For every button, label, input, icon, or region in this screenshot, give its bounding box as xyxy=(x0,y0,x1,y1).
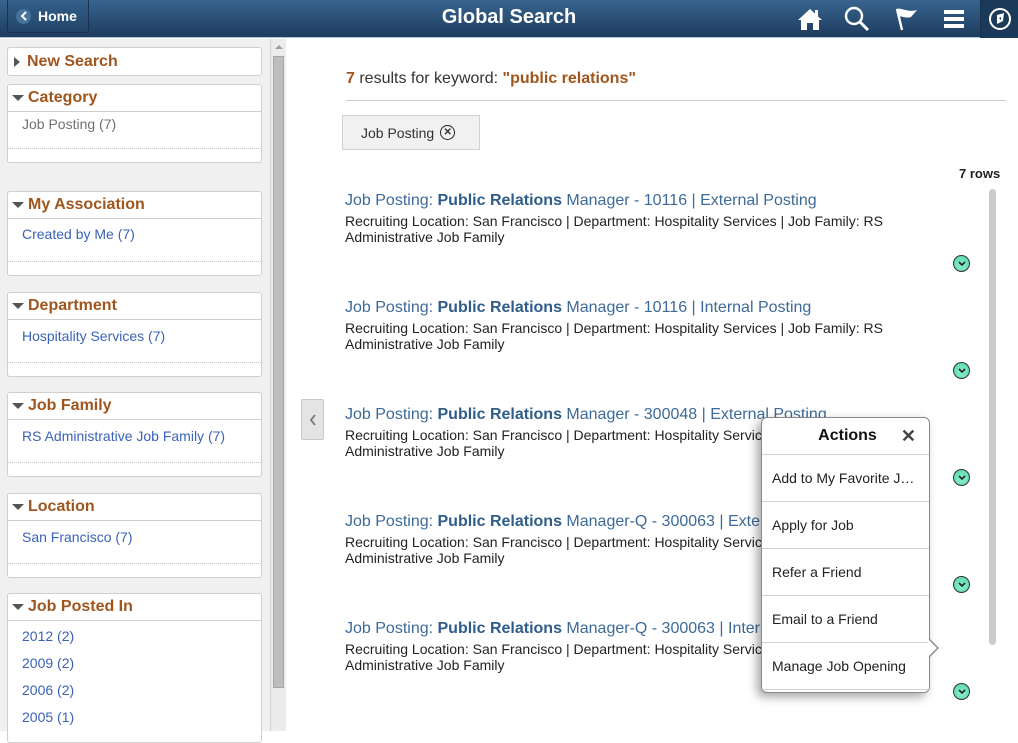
facet-panel-location: Location San Francisco (7) xyxy=(7,493,262,578)
result-title-highlight: Public Relations xyxy=(437,513,562,530)
home-button[interactable]: Home xyxy=(7,0,89,33)
action-add-to-favorites[interactable]: Add to My Favorite J… xyxy=(762,455,929,502)
facet-title: Job Family xyxy=(28,397,112,414)
facet-item[interactable]: Hospitality Services (7) xyxy=(8,320,261,362)
facet-item: Job Posting (7) xyxy=(22,116,117,132)
facet-title: Job Posted In xyxy=(28,598,133,615)
result-title-prefix: Job Posting: xyxy=(345,192,438,209)
result-description: Recruiting Location: San Francisco | Dep… xyxy=(345,320,883,352)
collapse-sidebar-button[interactable] xyxy=(301,399,324,440)
related-actions-icon[interactable] xyxy=(953,576,970,593)
facet-divider xyxy=(8,563,261,577)
facet-panel-category: Category Job Posting (7) xyxy=(7,84,262,163)
facet-item[interactable]: Created by Me (7) xyxy=(8,219,261,261)
result-title-link[interactable]: Job Posting: Public Relations Manager - … xyxy=(345,192,945,210)
app-header: Home Global Search xyxy=(0,0,1018,38)
caret-down-icon xyxy=(12,202,24,208)
close-icon[interactable]: ✕ xyxy=(901,426,916,447)
sidebar-scrollbar[interactable] xyxy=(270,39,286,731)
caret-down-icon xyxy=(12,504,24,510)
related-actions-icon[interactable] xyxy=(953,362,970,379)
facet-panel-job-posted-in: Job Posted In 2012 (2) 2009 (2) 2006 (2)… xyxy=(7,593,262,743)
facet-header-category[interactable]: Category xyxy=(8,85,261,112)
facet-header-job-posted-in[interactable]: Job Posted In xyxy=(8,594,261,621)
result-title-prefix: Job Posting: xyxy=(345,513,438,530)
actions-popup: Actions ✕ Add to My Favorite J… Apply fo… xyxy=(761,417,930,693)
filter-chip-label: Job Posting xyxy=(361,124,435,141)
facet-panel-my-association: My Association Created by Me (7) xyxy=(7,191,262,276)
chevron-left-icon xyxy=(16,8,31,24)
caret-down-icon xyxy=(12,403,24,409)
facet-title: Location xyxy=(28,498,95,515)
new-search-panel[interactable]: New Search xyxy=(7,47,262,76)
caret-down-icon xyxy=(12,95,24,101)
facet-divider xyxy=(8,261,261,275)
result-description: Recruiting Location: San Francisco | Dep… xyxy=(345,213,883,245)
action-manage-job-opening[interactable]: Manage Job Opening xyxy=(762,643,929,690)
facet-item[interactable]: 2006 (2) xyxy=(8,679,261,706)
action-apply-for-job[interactable]: Apply for Job xyxy=(762,502,929,549)
facet-panel-job-family: Job Family RS Administrative Job Family … xyxy=(7,392,262,477)
search-keyword: "public relations" xyxy=(502,70,636,87)
related-actions-icon[interactable] xyxy=(953,255,970,272)
scroll-up-arrow-icon[interactable] xyxy=(275,45,283,49)
navbar-icon[interactable] xyxy=(980,0,1018,38)
related-actions-icon[interactable] xyxy=(953,469,970,486)
facet-divider xyxy=(8,362,261,376)
result-title-highlight: Public Relations xyxy=(437,620,562,637)
caret-right-icon xyxy=(14,56,20,67)
new-search-header[interactable]: New Search xyxy=(8,48,261,75)
facet-title: My Association xyxy=(28,196,145,213)
facet-item[interactable]: 2009 (2) xyxy=(8,652,261,679)
new-search-label: New Search xyxy=(27,52,118,70)
result-row: Job Posting: Public Relations Manager - … xyxy=(345,192,945,245)
related-actions-icon[interactable] xyxy=(953,683,970,700)
results-summary: 7 results for keyword: "public relations… xyxy=(346,70,636,88)
facet-divider xyxy=(8,148,261,162)
filter-chip-job-posting[interactable]: Job Posting ✕ xyxy=(342,115,480,150)
result-row: Job Posting: Public Relations Manager - … xyxy=(345,299,945,352)
facet-header-location[interactable]: Location xyxy=(8,494,261,521)
action-email-to-a-friend[interactable]: Email to a Friend xyxy=(762,596,929,643)
search-icon[interactable] xyxy=(843,5,871,33)
facet-divider xyxy=(8,462,261,476)
home-icon[interactable] xyxy=(796,5,824,33)
summary-divider xyxy=(346,100,1006,101)
action-refer-a-friend[interactable]: Refer a Friend xyxy=(762,549,929,596)
results-scrollbar[interactable] xyxy=(989,189,996,645)
facet-title: Category xyxy=(28,89,98,106)
chevron-left-icon xyxy=(309,413,316,426)
result-title-prefix: Job Posting: xyxy=(345,620,438,637)
row-count: 7 rows xyxy=(959,166,1001,181)
caret-down-icon xyxy=(12,303,24,309)
facet-header-job-family[interactable]: Job Family xyxy=(8,393,261,420)
result-title-highlight: Public Relations xyxy=(437,192,562,209)
remove-filter-icon[interactable]: ✕ xyxy=(440,125,456,140)
facet-header-my-association[interactable]: My Association xyxy=(8,192,261,219)
facet-sidebar: New Search Category Job Posting (7) My A… xyxy=(0,39,286,743)
result-title-prefix: Job Posting: xyxy=(345,406,438,423)
result-count: 7 xyxy=(346,70,355,87)
scrollbar-thumb[interactable] xyxy=(273,56,284,688)
facet-title: Department xyxy=(28,297,117,314)
caret-down-icon xyxy=(12,604,24,610)
result-title-suffix: Manager - 10116 | External Posting xyxy=(561,192,817,209)
home-button-label: Home xyxy=(38,8,77,24)
facet-item[interactable]: San Francisco (7) xyxy=(8,521,261,563)
result-title-highlight: Public Relations xyxy=(437,299,562,316)
summary-text: results for keyword: xyxy=(354,70,503,87)
popup-header: Actions ✕ xyxy=(762,418,929,455)
popup-pointer xyxy=(928,638,939,658)
result-title-prefix: Job Posting: xyxy=(345,299,438,316)
menu-icon[interactable] xyxy=(940,5,968,33)
result-title-highlight: Public Relations xyxy=(437,406,562,423)
facet-panel-department: Department Hospitality Services (7) xyxy=(7,292,262,377)
facet-header-department[interactable]: Department xyxy=(8,293,261,320)
facet-item[interactable]: 2012 (2) xyxy=(8,625,261,652)
result-title-suffix: Manager - 10116 | Internal Posting xyxy=(561,299,812,316)
flag-icon[interactable] xyxy=(892,5,920,33)
facet-item[interactable]: 2005 (1) xyxy=(8,706,261,733)
result-title-link[interactable]: Job Posting: Public Relations Manager - … xyxy=(345,299,945,317)
facet-item[interactable]: RS Administrative Job Family (7) xyxy=(8,420,261,462)
